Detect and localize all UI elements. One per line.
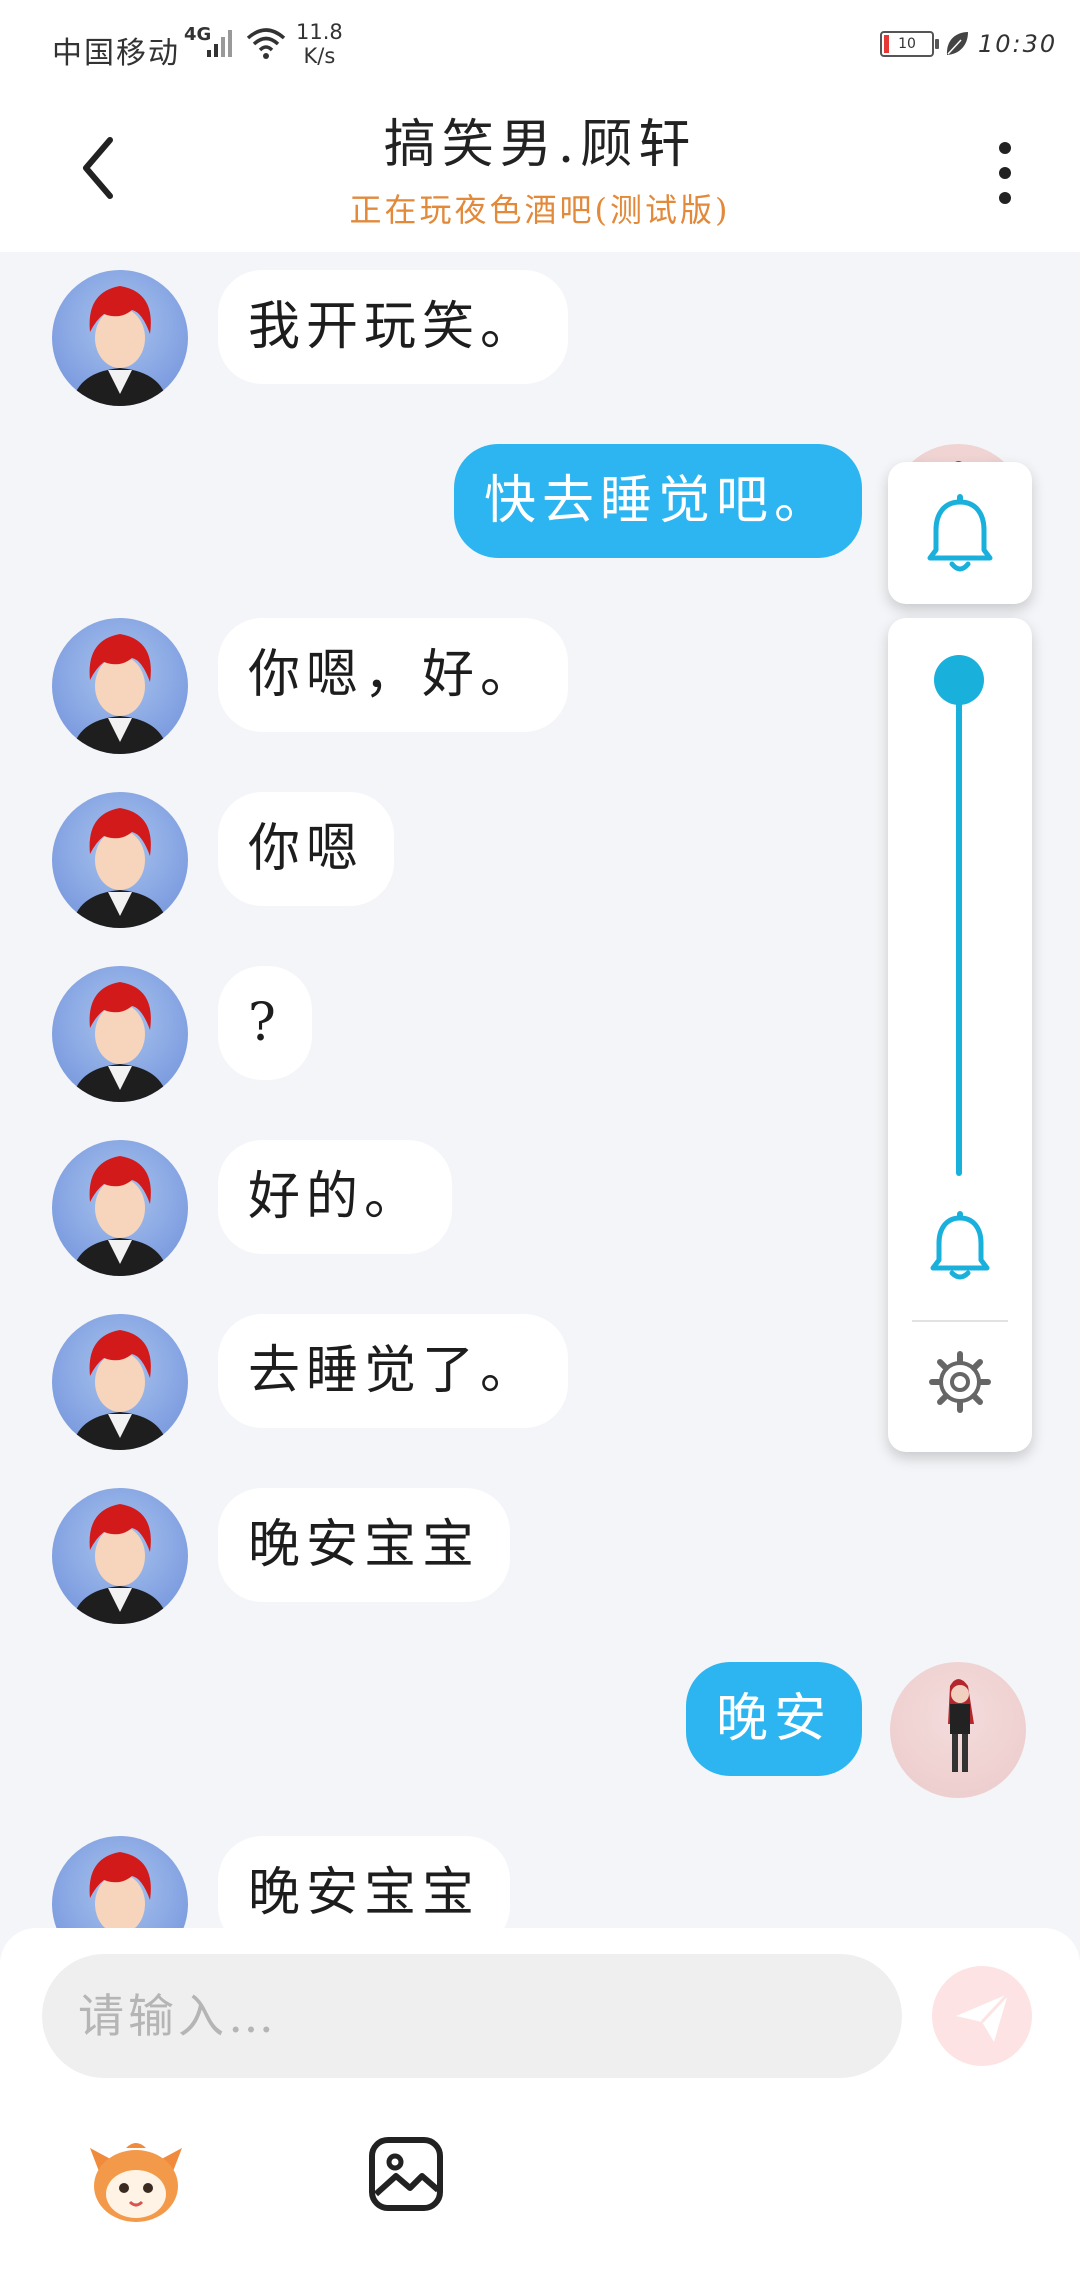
- message-bubble[interactable]: 好的。: [218, 1140, 453, 1254]
- notification-volume-panel: [888, 618, 1032, 1452]
- network-speed-value: 11.8: [296, 20, 343, 44]
- chevron-left-icon: [83, 137, 113, 199]
- gear-icon[interactable]: [928, 1350, 992, 1414]
- bot-avatar[interactable]: [52, 1314, 188, 1450]
- character-avatar-icon: [72, 982, 168, 1102]
- character-avatar-icon: [72, 808, 168, 928]
- bot-avatar[interactable]: [52, 1140, 188, 1276]
- character-avatar-icon: [72, 1504, 168, 1624]
- bot-avatar[interactable]: [52, 618, 188, 754]
- message-bubble[interactable]: 你嗯: [218, 792, 395, 906]
- paper-plane-icon: [956, 1992, 1010, 2042]
- mascot-button[interactable]: [86, 2134, 186, 2230]
- message-composer: [0, 1928, 1080, 2280]
- message-bubble[interactable]: 晚安宝宝: [218, 1488, 511, 1602]
- volume-slider-track[interactable]: [956, 680, 962, 1176]
- character-avatar-icon: [72, 1330, 168, 1450]
- volume-slider-handle[interactable]: [934, 655, 984, 705]
- mascot-icon: [90, 2143, 182, 2222]
- more-vertical-icon: [999, 142, 1011, 154]
- panel-divider: [912, 1320, 1008, 1322]
- bot-avatar[interactable]: [52, 1488, 188, 1624]
- message-bubble[interactable]: 晚安: [685, 1662, 862, 1776]
- network-speed-unit: K/s: [303, 44, 336, 68]
- status-bar: 中国移动 4G 11.8 K/s 10 10:30: [0, 0, 1080, 90]
- image-icon: [369, 2137, 443, 2211]
- character-avatar-icon: [72, 286, 168, 406]
- message-bubble[interactable]: 我开玩笑。: [218, 270, 569, 384]
- bot-avatar[interactable]: [52, 270, 188, 406]
- wifi-icon: [246, 28, 286, 59]
- leaf-icon: [946, 32, 968, 55]
- user-character-icon: [948, 1679, 974, 1772]
- chat-title: 搞笑男.顾轩: [383, 115, 697, 175]
- send-button[interactable]: [932, 1966, 1032, 2066]
- message-bubble[interactable]: 快去睡觉吧。: [453, 444, 862, 558]
- battery-icon: 10: [880, 31, 939, 57]
- carrier-name: 中国移动: [52, 36, 180, 71]
- signal-icon: [207, 30, 232, 57]
- image-button[interactable]: [368, 2136, 444, 2212]
- user-avatar[interactable]: [890, 1662, 1026, 1798]
- bot-avatar[interactable]: [52, 792, 188, 928]
- message-bubble[interactable]: ?: [218, 966, 312, 1080]
- message-bubble[interactable]: 你嗯，好。: [218, 618, 569, 732]
- message-bubble[interactable]: 去睡觉了。: [218, 1314, 569, 1428]
- character-avatar-icon: [72, 1156, 168, 1276]
- top-bar: 中国移动 4G 11.8 K/s 10 10:30 搞笑男.顾轩 正在玩夜色酒吧…: [0, 0, 1080, 252]
- message-input[interactable]: [42, 1954, 902, 2078]
- bell-icon[interactable]: [928, 1210, 992, 1280]
- bot-avatar[interactable]: [52, 966, 188, 1102]
- character-avatar-icon: [72, 634, 168, 754]
- more-options-button[interactable]: [985, 138, 1025, 208]
- clock: 10:30: [978, 30, 1058, 58]
- bell-icon: [927, 494, 993, 572]
- battery-level: 10: [898, 36, 916, 52]
- network-speed: 11.8 K/s: [296, 20, 343, 68]
- notification-toggle-button[interactable]: [888, 462, 1032, 604]
- back-button[interactable]: [72, 128, 132, 208]
- chat-subtitle: 正在玩夜色酒吧(测试版): [349, 191, 731, 229]
